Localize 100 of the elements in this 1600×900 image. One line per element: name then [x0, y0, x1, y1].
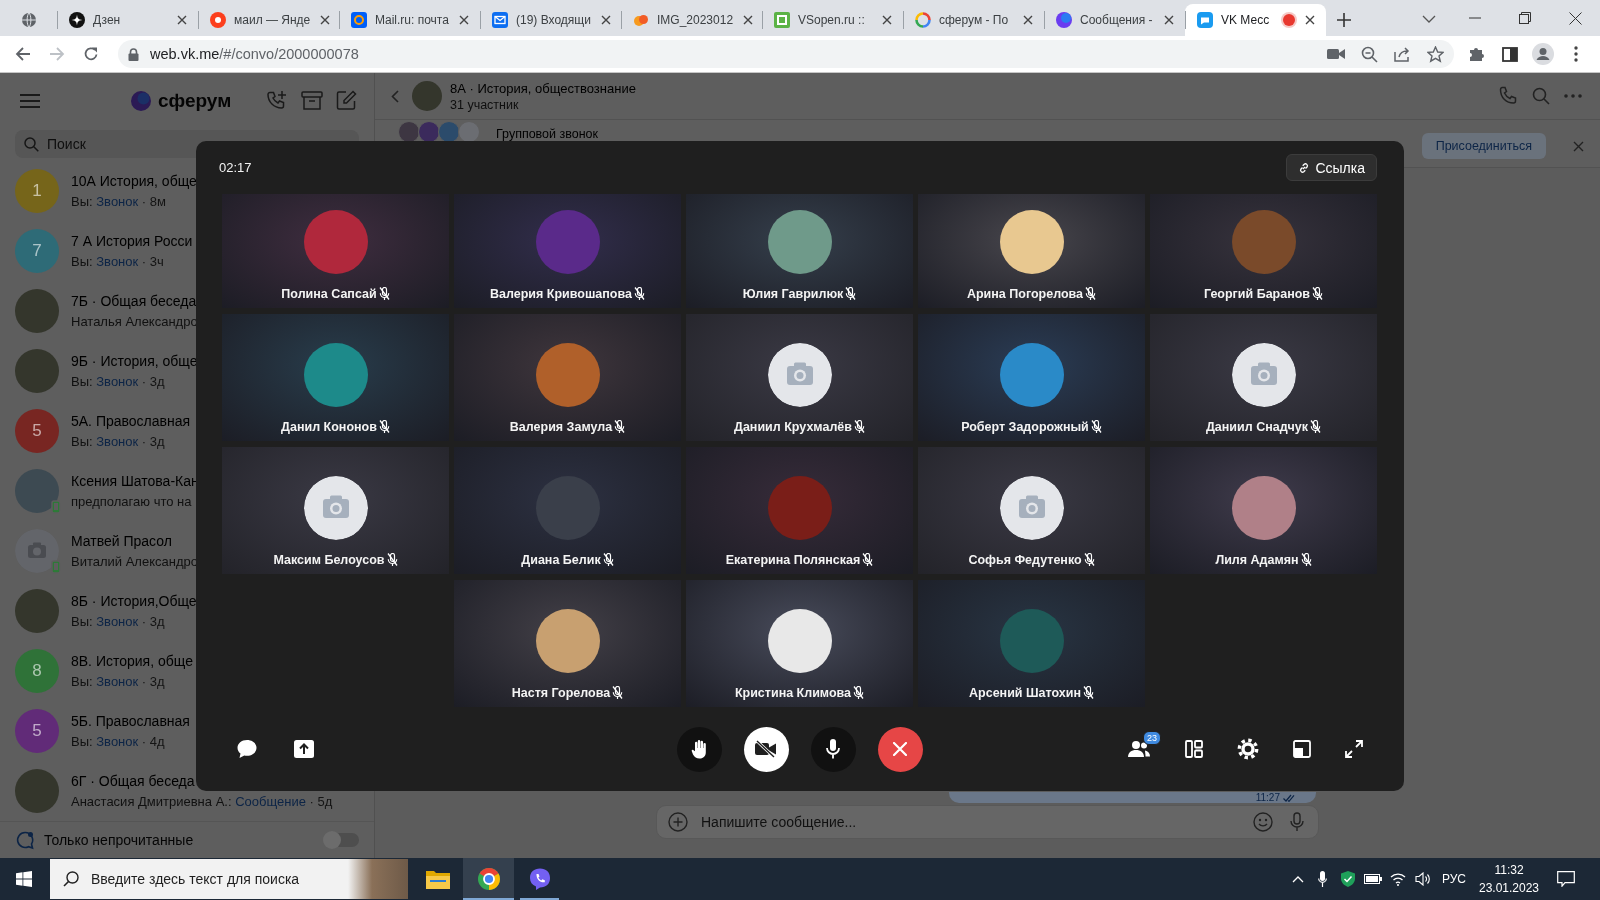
restore-icon[interactable] — [1519, 12, 1531, 24]
back-icon[interactable] — [391, 89, 399, 103]
participant-name: Полина Сапсай — [281, 286, 377, 301]
message-time: · 5д — [309, 793, 333, 809]
browser-tab[interactable]: (19) Входящи — [480, 4, 621, 36]
message-preview: предполагаю что на — [71, 493, 192, 510]
address-field[interactable]: web.vk.me/#/convo/2000000078 — [118, 40, 1454, 68]
chat-icon[interactable] — [236, 739, 258, 759]
camera-avatar-icon — [1231, 343, 1296, 407]
phone-icon[interactable] — [1498, 86, 1518, 106]
new-tab-icon[interactable] — [1337, 13, 1351, 27]
taskbar-search-field[interactable]: Введите здесь текст для поиска — [50, 859, 348, 899]
participant-name: Даниил Крухмалёв — [734, 419, 852, 434]
star-icon[interactable] — [1427, 45, 1444, 63]
battery-icon[interactable] — [1363, 874, 1382, 884]
camera-off-icon — [755, 740, 777, 758]
message-time: 11:27 — [1255, 792, 1280, 803]
message-author: Вы: — [71, 193, 93, 209]
participant-name: Диана Белик — [521, 552, 601, 567]
link-button[interactable]: Ссылка — [1286, 154, 1377, 181]
clock-time[interactable]: 11:32 — [1494, 861, 1524, 879]
message-time: · 4д — [141, 733, 165, 749]
toggle-switch[interactable] — [325, 833, 359, 847]
letter-avatar: 5 — [15, 409, 59, 453]
message-preview: Наталья Александро — [71, 313, 198, 330]
taskbar-app-button[interactable] — [463, 858, 514, 900]
smile-icon[interactable] — [1253, 812, 1273, 832]
reload-icon[interactable] — [83, 46, 99, 62]
language-indicator[interactable]: РУС — [1438, 872, 1470, 886]
browser-tab[interactable]: Дзен — [57, 4, 198, 36]
message-author: Анастасия Дмитриевна А.: — [71, 793, 232, 809]
end-call-button[interactable] — [877, 726, 923, 772]
call-add-icon[interactable] — [266, 89, 288, 112]
notification-icon[interactable] — [1557, 871, 1575, 887]
browser-tab[interactable]: Сообщения - — [1044, 4, 1185, 36]
wifi-icon[interactable] — [1389, 872, 1406, 886]
archive-icon[interactable] — [301, 90, 323, 111]
browser-tab[interactable]: VK Месс — [1185, 4, 1326, 36]
close-icon[interactable] — [1021, 13, 1035, 27]
close-icon[interactable] — [1568, 11, 1582, 25]
microphone-icon[interactable] — [1318, 871, 1327, 887]
browser-tab[interactable]: Mail.ru: почта — [339, 4, 480, 36]
close-icon[interactable] — [1303, 13, 1317, 27]
camera-avatar-icon — [999, 476, 1064, 540]
count-badge: 23 — [1143, 731, 1161, 745]
message-field[interactable]: Напишите сообщение... — [656, 805, 1319, 839]
participant-name: Даниил Снадчук — [1205, 419, 1309, 434]
chevron-down-icon[interactable] — [1422, 15, 1436, 23]
participant-name: Юлия Гаврилюк — [742, 286, 844, 301]
camera-avatar-icon — [767, 343, 832, 407]
unread-chat-icon — [15, 830, 35, 850]
video-camera-icon[interactable] — [1327, 48, 1345, 60]
search-icon[interactable] — [1532, 87, 1550, 105]
close-icon[interactable] — [1162, 13, 1176, 27]
kebab-menu-icon[interactable] — [1574, 46, 1578, 62]
action-label: Звонок — [96, 673, 139, 689]
message-time: · 3д — [141, 613, 165, 629]
camera-button[interactable] — [743, 726, 789, 772]
profile-icon[interactable] — [1532, 43, 1554, 65]
volume-icon[interactable] — [1414, 872, 1431, 886]
plus-icon[interactable] — [668, 812, 688, 832]
globe-icon[interactable] — [20, 12, 37, 28]
clock-date[interactable]: 23.01.2023 — [1478, 879, 1540, 897]
message-preview: Виталий Александро — [71, 553, 198, 570]
share-icon[interactable] — [1394, 46, 1411, 62]
picture-in-picture-icon[interactable] — [1293, 740, 1311, 758]
shield-icon[interactable] — [1340, 871, 1355, 887]
start-menu-icon[interactable] — [16, 871, 32, 887]
participant-name: Данил Кононов — [281, 419, 377, 434]
side-panel-icon[interactable] — [1502, 46, 1518, 62]
browser-tab[interactable]: VSopen.ru :: — [762, 4, 903, 36]
compose-icon[interactable] — [336, 90, 357, 111]
phone-bubble-icon — [527, 867, 552, 891]
link-icon — [1298, 161, 1311, 174]
menu-icon[interactable] — [20, 93, 40, 108]
folder-icon — [425, 869, 450, 889]
close-icon[interactable] — [880, 13, 894, 27]
sphere-logo-icon — [1056, 12, 1072, 28]
close-icon[interactable] — [175, 13, 189, 27]
message-author: Вы: — [71, 733, 93, 749]
circle-logo-icon — [210, 12, 226, 28]
more-icon[interactable] — [1564, 94, 1582, 98]
participant-name: Роберт Задорожный — [961, 419, 1089, 434]
participant-name: Максим Белоусов — [273, 552, 385, 567]
browser-tab[interactable]: IMG_2023012 — [621, 4, 762, 36]
layout-icon[interactable] — [1185, 740, 1203, 758]
group-avatar-photo — [412, 81, 442, 111]
letter-avatar: 1 — [15, 169, 59, 213]
participants-icon[interactable] — [1127, 740, 1151, 758]
puzzle-icon[interactable] — [1469, 46, 1485, 62]
fullscreen-icon[interactable] — [1345, 740, 1363, 758]
close-icon[interactable] — [457, 13, 471, 27]
browser-tab[interactable]: маил — Янде — [198, 4, 339, 36]
screen-share-icon[interactable] — [294, 739, 314, 759]
message-time: · 3д — [141, 373, 165, 389]
zoom-out-icon[interactable] — [1361, 45, 1378, 63]
browser-tab[interactable]: сферум - По — [903, 4, 1044, 36]
back-icon[interactable] — [15, 46, 31, 62]
chevron-up-icon[interactable] — [1291, 875, 1304, 883]
settings-icon[interactable] — [1237, 738, 1259, 760]
